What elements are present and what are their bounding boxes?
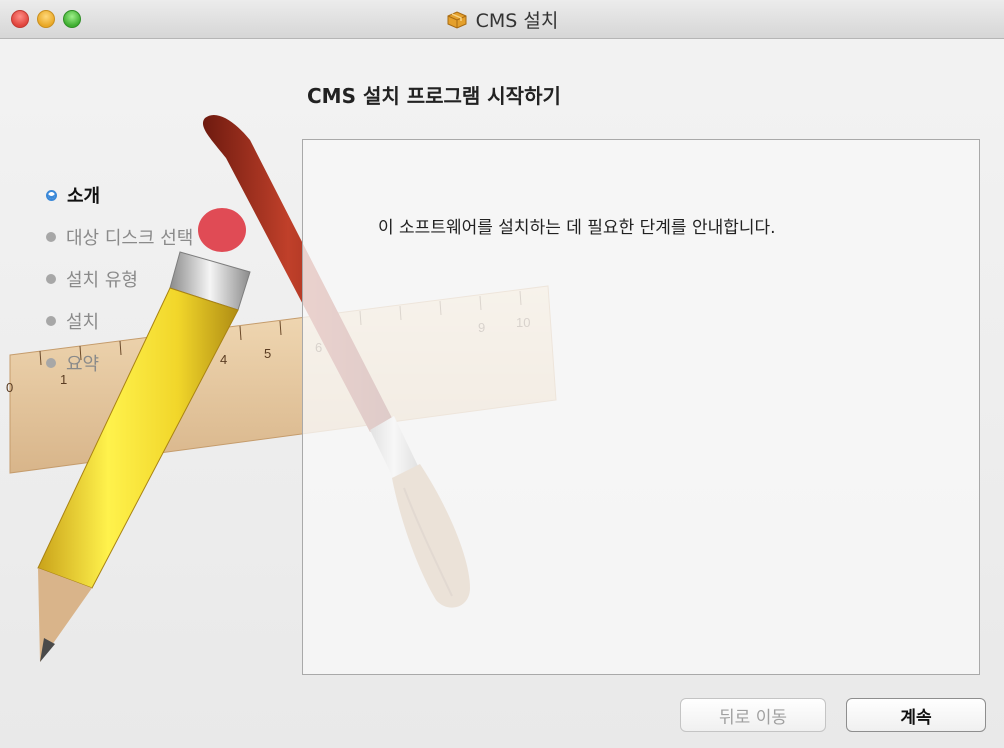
step-installation-type: 설치 유형 xyxy=(46,258,193,300)
step-introduction: 소개 xyxy=(46,174,193,216)
step-label: 요약 xyxy=(66,354,100,375)
window-title-group: CMS 설치 xyxy=(0,0,1004,38)
window-title: CMS 설치 xyxy=(475,9,559,32)
step-summary: 요약 xyxy=(46,342,193,384)
back-button[interactable]: 뒤로 이동 xyxy=(680,698,826,732)
ruler-tick-label: 4 xyxy=(220,352,227,367)
step-bullet-icon xyxy=(46,316,56,326)
content-panel: 이 소프트웨어를 설치하는 데 필요한 단계를 안내합니다. xyxy=(302,139,980,675)
step-label: 설치 유형 xyxy=(66,270,138,291)
step-bullet-icon xyxy=(46,232,56,242)
page-title: CMS 설치 프로그램 시작하기 xyxy=(307,84,561,108)
installer-steps-sidebar: 소개 대상 디스크 선택 설치 유형 설치 요약 xyxy=(46,174,193,384)
ruler-tick-label: 0 xyxy=(6,380,13,395)
step-destination-select: 대상 디스크 선택 xyxy=(46,216,193,258)
ruler-tick-label: 5 xyxy=(264,346,271,361)
active-step-bullet-icon xyxy=(46,189,57,201)
installer-window: CMS 설치 0 1 4 5 CMS 설치 프로그램 시작하기 소개 대상 디스… xyxy=(0,0,1004,748)
title-bar: CMS 설치 xyxy=(0,0,1004,39)
step-installation: 설치 xyxy=(46,300,193,342)
introduction-text: 이 소프트웨어를 설치하는 데 필요한 단계를 안내합니다. xyxy=(378,218,776,238)
step-label: 설치 xyxy=(66,312,100,333)
step-label: 대상 디스크 선택 xyxy=(66,228,194,249)
package-icon xyxy=(447,11,467,29)
step-label: 소개 xyxy=(67,186,101,207)
continue-button[interactable]: 계속 xyxy=(846,698,986,732)
step-bullet-icon xyxy=(46,358,56,368)
step-bullet-icon xyxy=(46,274,56,284)
